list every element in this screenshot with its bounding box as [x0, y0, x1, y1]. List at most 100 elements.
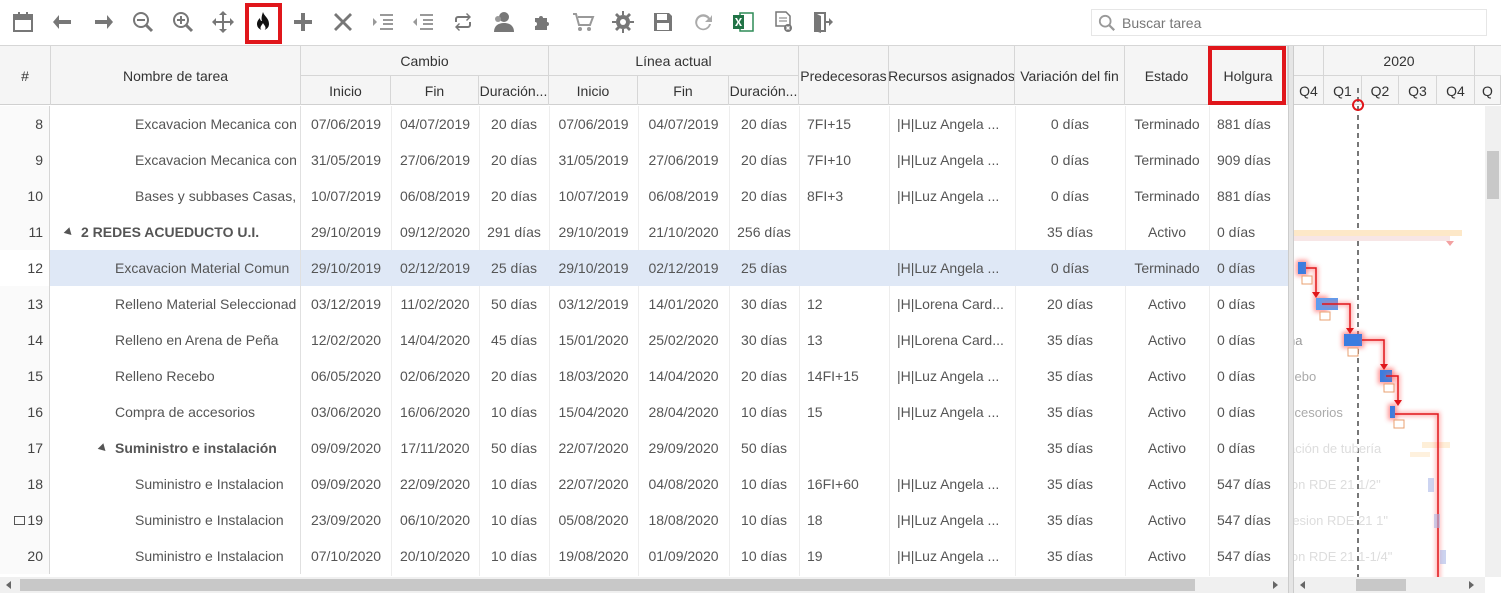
cell-l-dur[interactable]: 256 días: [729, 214, 799, 250]
col-name[interactable]: Nombre de tarea: [51, 46, 301, 105]
col-linea-inicio[interactable]: Inicio: [549, 75, 638, 105]
task-name[interactable]: 2 REDES ACUEDUCTO U.I.: [51, 214, 301, 250]
cell-l-fin[interactable]: 29/09/2020: [638, 430, 729, 466]
cell-l-fin[interactable]: 28/04/2020: [638, 394, 729, 430]
cell-l-ini[interactable]: 15/04/2020: [549, 394, 638, 430]
cell-c-ini[interactable]: 12/02/2020: [301, 322, 391, 358]
cell-l-ini[interactable]: 19/08/2020: [549, 538, 638, 574]
cell-holg[interactable]: 909 días: [1209, 142, 1288, 178]
cell-l-dur[interactable]: 20 días: [729, 358, 799, 394]
cell-var[interactable]: 35 días: [1015, 466, 1125, 502]
cell-l-fin[interactable]: 14/04/2020: [638, 358, 729, 394]
cell-holg[interactable]: 0 días: [1209, 250, 1288, 286]
cell-var[interactable]: 0 días: [1015, 142, 1125, 178]
cell-c-fin[interactable]: 02/06/2020: [391, 358, 479, 394]
task-name[interactable]: Bases y subbases Casas,: [51, 178, 301, 214]
comment-icon[interactable]: [14, 515, 26, 525]
col-estado[interactable]: Estado: [1125, 46, 1209, 105]
cell-l-ini[interactable]: 05/08/2020: [549, 502, 638, 538]
cell-l-dur[interactable]: 30 días: [729, 322, 799, 358]
table-row[interactable]: 10 Bases y subbases Casas, 10/07/2019 06/08…: [0, 178, 1288, 214]
table-row[interactable]: 9 Excavacion Mecanica con 31/05/2019 27/06/…: [0, 142, 1288, 178]
export-delete-button[interactable]: [768, 7, 798, 37]
cell-l-dur[interactable]: 20 días: [729, 178, 799, 214]
cell-estado[interactable]: Activo: [1125, 502, 1209, 538]
cell-c-ini[interactable]: 03/12/2019: [301, 286, 391, 322]
excel-button[interactable]: [728, 7, 758, 37]
cell-l-dur[interactable]: 10 días: [729, 502, 799, 538]
table-row[interactable]: 16 Compra de accesorios 03/06/2020 16/06/20…: [0, 394, 1288, 430]
cell-l-dur[interactable]: 10 días: [729, 394, 799, 430]
cell-var[interactable]: 35 días: [1015, 214, 1125, 250]
cell-estado[interactable]: Terminado: [1125, 106, 1209, 142]
cell-pred[interactable]: 13: [799, 322, 889, 358]
cell-l-dur[interactable]: 20 días: [729, 142, 799, 178]
cell-l-dur[interactable]: 25 días: [729, 250, 799, 286]
cell-l-ini[interactable]: 29/10/2019: [549, 214, 638, 250]
cell-rec[interactable]: |H|Luz Angela ...: [889, 142, 1015, 178]
cell-c-ini[interactable]: 29/10/2019: [301, 250, 391, 286]
cell-l-ini[interactable]: 18/03/2020: [549, 358, 638, 394]
cell-estado[interactable]: Terminado: [1125, 142, 1209, 178]
task-name[interactable]: Suministro e Instalacion: [51, 502, 301, 538]
cell-c-ini[interactable]: 10/07/2019: [301, 178, 391, 214]
cell-l-ini[interactable]: 10/07/2019: [549, 178, 638, 214]
cell-holg[interactable]: 0 días: [1209, 358, 1288, 394]
cell-estado[interactable]: Activo: [1125, 394, 1209, 430]
add-button[interactable]: [288, 7, 318, 37]
task-name[interactable]: Compra de accesorios: [51, 394, 301, 430]
scroll-right-icon[interactable]: [1273, 581, 1278, 589]
cell-c-dur[interactable]: 291 días: [479, 214, 549, 250]
zoom-out-button[interactable]: [128, 7, 158, 37]
cell-pred[interactable]: 8FI+3: [799, 178, 889, 214]
cell-estado[interactable]: Terminado: [1125, 250, 1209, 286]
cell-estado[interactable]: Activo: [1125, 214, 1209, 250]
gantt-horizontal-scrollbar[interactable]: [1294, 577, 1485, 593]
cell-l-fin[interactable]: 18/08/2020: [638, 502, 729, 538]
cell-c-ini[interactable]: 09/09/2020: [301, 430, 391, 466]
cell-var[interactable]: 35 días: [1015, 430, 1125, 466]
col-recursos[interactable]: Recursos asignados: [889, 46, 1015, 105]
cell-rec[interactable]: |H|Lorena Card...: [889, 286, 1015, 322]
cell-estado[interactable]: Activo: [1125, 286, 1209, 322]
task-name[interactable]: Relleno en Arena de Peña: [51, 322, 301, 358]
resource-button[interactable]: [488, 7, 518, 37]
cell-c-dur[interactable]: 45 días: [479, 322, 549, 358]
cell-l-fin[interactable]: 02/12/2019: [638, 250, 729, 286]
cell-c-dur[interactable]: 50 días: [479, 430, 549, 466]
task-name[interactable]: Excavacion Material Comun: [51, 250, 301, 286]
cell-c-fin[interactable]: 14/04/2020: [391, 322, 479, 358]
cell-l-ini[interactable]: 15/01/2020: [549, 322, 638, 358]
task-name[interactable]: Relleno Material Seleccionad: [51, 286, 301, 322]
col-cambio-duracion[interactable]: Duración...: [479, 75, 549, 105]
cell-c-ini[interactable]: 06/05/2020: [301, 358, 391, 394]
cell-c-fin[interactable]: 11/02/2020: [391, 286, 479, 322]
cell-c-fin[interactable]: 20/10/2020: [391, 538, 479, 574]
grid-horizontal-scrollbar[interactable]: [0, 577, 1288, 593]
cell-c-dur[interactable]: 10 días: [479, 466, 549, 502]
refresh-button[interactable]: [688, 7, 718, 37]
cell-pred[interactable]: [799, 430, 889, 466]
cell-c-ini[interactable]: 03/06/2020: [301, 394, 391, 430]
indent-button[interactable]: [408, 7, 438, 37]
col-linea-fin[interactable]: Fin: [638, 75, 729, 105]
cell-var[interactable]: 0 días: [1015, 106, 1125, 142]
cell-c-fin[interactable]: 06/10/2020: [391, 502, 479, 538]
cell-holg[interactable]: 547 días: [1209, 466, 1288, 502]
cell-l-ini[interactable]: 07/06/2019: [549, 106, 638, 142]
cell-c-fin[interactable]: 17/11/2020: [391, 430, 479, 466]
cell-c-ini[interactable]: 31/05/2019: [301, 142, 391, 178]
cell-var[interactable]: 0 días: [1015, 250, 1125, 286]
cell-l-dur[interactable]: 10 días: [729, 466, 799, 502]
task-name[interactable]: Excavacion Mecanica con: [51, 106, 301, 142]
cell-rec[interactable]: |H|Luz Angela ...: [889, 502, 1015, 538]
cell-l-dur[interactable]: 20 días: [729, 106, 799, 142]
cell-c-fin[interactable]: 06/08/2019: [391, 178, 479, 214]
cell-var[interactable]: 35 días: [1015, 538, 1125, 574]
cell-l-fin[interactable]: 14/01/2020: [638, 286, 729, 322]
task-name[interactable]: Relleno Recebo: [51, 358, 301, 394]
cell-c-fin[interactable]: 22/09/2020: [391, 466, 479, 502]
cell-var[interactable]: 35 días: [1015, 502, 1125, 538]
calendar-button[interactable]: [8, 7, 38, 37]
cart-button[interactable]: [568, 7, 598, 37]
